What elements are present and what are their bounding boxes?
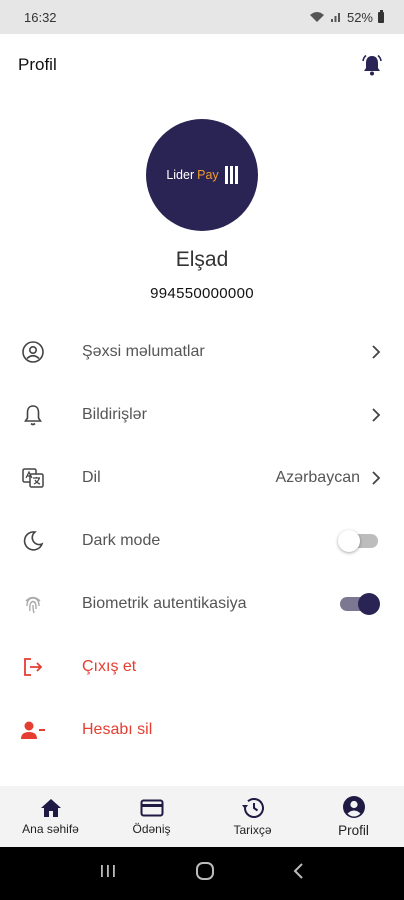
menu-label-biometric: Biometrik autentikasiya bbox=[82, 594, 247, 612]
menu-label-language: Dil bbox=[82, 468, 101, 486]
home-circle-icon bbox=[196, 862, 214, 880]
battery-icon bbox=[378, 9, 384, 23]
home-icon bbox=[40, 798, 61, 817]
avatar: Lider Pay bbox=[146, 119, 258, 231]
menu-right bbox=[338, 529, 382, 553]
status-icons: 52% bbox=[309, 9, 384, 25]
toggle-knob bbox=[358, 592, 380, 615]
chevron-right-icon bbox=[372, 407, 381, 422]
language-value: Azərbaycan bbox=[275, 468, 361, 486]
nav-profile[interactable]: Profil bbox=[303, 786, 404, 847]
logo-bars-icon bbox=[224, 166, 238, 184]
signal-icon bbox=[330, 11, 342, 23]
battery-percent: 52% bbox=[346, 9, 373, 25]
menu-item-language[interactable]: Dil Azərbaycan bbox=[0, 446, 404, 509]
nav-history[interactable]: Tarixçə bbox=[202, 786, 303, 847]
bottom-navigation: Ana səhifə Ödəniş Tarixçə Profil bbox=[0, 786, 404, 847]
account-circle-icon bbox=[342, 796, 365, 818]
menu-right bbox=[338, 592, 382, 616]
page-title: Profil bbox=[18, 55, 57, 74]
nav-label-payment: Ödəniş bbox=[132, 821, 171, 836]
menu-item-dark-mode: Dark mode bbox=[0, 509, 404, 572]
user-name: Elşad bbox=[175, 248, 229, 271]
menu-label-notifications: Bildirişlər bbox=[82, 405, 147, 423]
credit-card-icon bbox=[140, 799, 163, 816]
chevron-right-icon bbox=[372, 344, 381, 359]
dark-mode-toggle[interactable] bbox=[338, 529, 382, 553]
menu-label-delete-account: Hesabı sil bbox=[82, 720, 153, 738]
home-system-button[interactable] bbox=[194, 860, 216, 887]
status-bar: 16:32 52% bbox=[0, 0, 404, 34]
translate-icon bbox=[20, 465, 46, 491]
nav-label-home: Ana səhifə bbox=[22, 821, 79, 836]
menu-item-biometric: Biometrik autentikasiya bbox=[0, 572, 404, 635]
moon-icon bbox=[20, 528, 46, 554]
menu-item-logout[interactable]: Çıxış et bbox=[0, 635, 404, 698]
history-icon bbox=[241, 797, 264, 818]
recent-apps-icon bbox=[101, 865, 115, 877]
menu-right bbox=[370, 344, 382, 359]
nav-label-history: Tarixçə bbox=[233, 822, 272, 837]
wifi-icon bbox=[309, 11, 325, 23]
logo-pay-text: Pay bbox=[197, 168, 219, 182]
nav-payment[interactable]: Ödəniş bbox=[101, 786, 202, 847]
bell-ring-icon bbox=[362, 54, 382, 76]
menu-item-delete-account[interactable]: Hesabı sil bbox=[0, 698, 404, 761]
menu-label-dark-mode: Dark mode bbox=[82, 531, 161, 549]
user-circle-icon bbox=[20, 339, 46, 365]
chevron-right-icon bbox=[372, 470, 381, 485]
menu-label-logout: Çıxış et bbox=[82, 657, 137, 675]
app-header: Profil bbox=[0, 34, 404, 96]
notifications-button[interactable] bbox=[358, 51, 386, 79]
menu-label-personal-info: Şəxsi məlumatlar bbox=[82, 342, 205, 360]
logout-icon bbox=[20, 654, 46, 680]
logo-lider-text: Lider bbox=[166, 168, 195, 182]
user-phone: 994550000000 bbox=[150, 285, 254, 302]
back-system-button[interactable] bbox=[292, 862, 306, 885]
back-chevron-icon bbox=[293, 863, 303, 879]
recent-apps-button[interactable] bbox=[98, 863, 118, 884]
biometric-toggle[interactable] bbox=[338, 592, 382, 616]
nav-label-profile: Profil bbox=[338, 823, 369, 838]
toggle-knob bbox=[338, 529, 360, 552]
fingerprint-icon bbox=[20, 591, 46, 617]
menu-right: Azərbaycan bbox=[276, 469, 383, 487]
menu-right bbox=[370, 407, 382, 422]
menu-item-personal-info[interactable]: Şəxsi məlumatlar bbox=[0, 320, 404, 383]
status-time: 16:32 bbox=[24, 9, 57, 25]
bell-icon bbox=[20, 402, 46, 428]
nav-home[interactable]: Ana səhifə bbox=[0, 786, 101, 847]
system-navigation-bar bbox=[0, 847, 404, 900]
menu-item-notifications[interactable]: Bildirişlər bbox=[0, 383, 404, 446]
liderpay-logo: Lider Pay bbox=[166, 166, 238, 184]
user-remove-icon bbox=[20, 717, 46, 743]
